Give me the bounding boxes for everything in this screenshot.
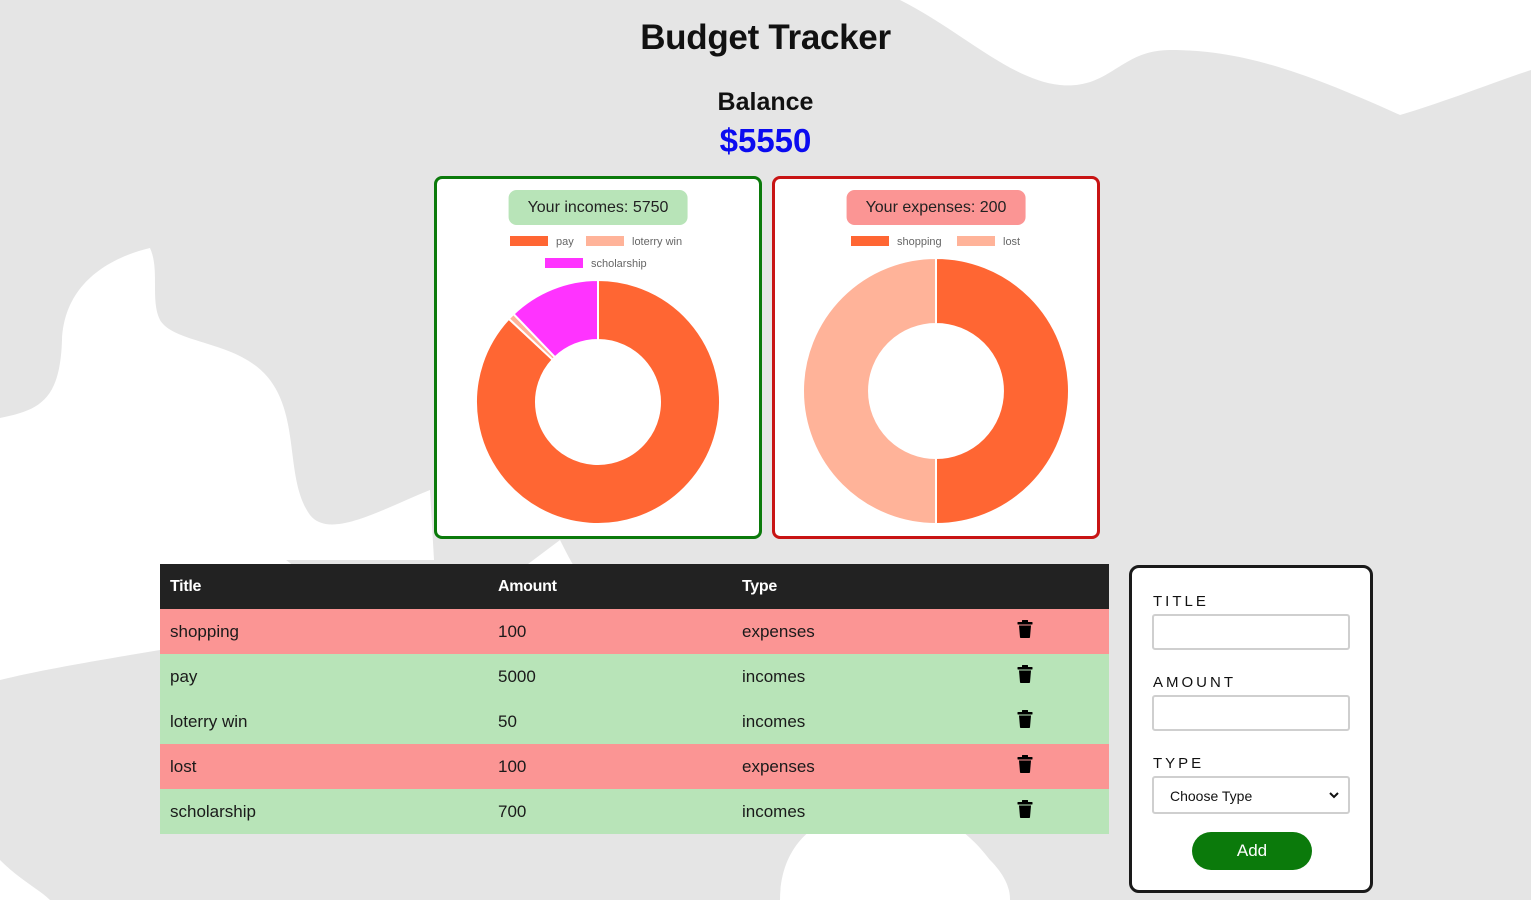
type-select-value: Choose Type bbox=[1170, 788, 1253, 804]
row-amount: 5000 bbox=[498, 666, 536, 686]
table-row: shopping 100 expenses bbox=[160, 609, 1109, 654]
incomes-chart-card: Your incomes: 5750 pay loterry win scholar… bbox=[434, 176, 762, 539]
table-row: scholarship 700 incomes bbox=[160, 789, 1109, 834]
row-amount: 100 bbox=[498, 621, 527, 641]
table-row: pay 5000 incomes bbox=[160, 654, 1109, 699]
row-type: incomes bbox=[742, 711, 806, 731]
column-header-amount: Amount bbox=[498, 577, 557, 595]
legend-item[interactable]: scholarship bbox=[545, 258, 647, 270]
doughnut-slice-shopping[interactable] bbox=[935, 256, 1070, 526]
row-amount: 100 bbox=[498, 756, 527, 776]
add-button[interactable]: Add bbox=[1192, 832, 1312, 870]
balance-label: Balance bbox=[717, 88, 814, 116]
table-header-row: Title Amount Type bbox=[160, 564, 1109, 609]
row-type: expenses bbox=[742, 621, 815, 641]
row-title: loterry win bbox=[170, 711, 248, 731]
trash-icon[interactable] bbox=[1017, 710, 1033, 728]
table-row: loterry win 50 incomes bbox=[160, 699, 1109, 744]
amount-input[interactable] bbox=[1152, 695, 1350, 731]
expenses-doughnut-chart[interactable]: shopping lost bbox=[775, 179, 1097, 536]
legend-label: lost bbox=[1003, 236, 1020, 248]
row-title: pay bbox=[170, 666, 198, 686]
row-title: scholarship bbox=[170, 801, 256, 821]
legend-item[interactable]: pay bbox=[510, 236, 574, 248]
title-label: TITLE bbox=[1153, 593, 1209, 610]
legend-label: pay bbox=[556, 236, 574, 248]
trash-icon[interactable] bbox=[1017, 620, 1033, 638]
column-header-title: Title bbox=[170, 577, 202, 595]
legend-swatch bbox=[545, 258, 583, 268]
table-row: lost 100 expenses bbox=[160, 744, 1109, 789]
amount-label: AMOUNT bbox=[1153, 674, 1236, 691]
row-amount: 50 bbox=[498, 711, 517, 731]
legend-item[interactable]: loterry win bbox=[586, 236, 682, 248]
title-input[interactable] bbox=[1152, 614, 1350, 650]
incomes-doughnut-chart[interactable]: pay loterry win scholarship bbox=[437, 179, 759, 536]
legend-item[interactable]: lost bbox=[957, 236, 1020, 248]
doughnut-slice-lost[interactable] bbox=[802, 256, 937, 526]
expenses-chart-card: Your expenses: 200 shopping lost bbox=[772, 176, 1100, 539]
legend-swatch bbox=[957, 236, 995, 246]
balance-value: $5550 bbox=[719, 122, 812, 159]
add-transaction-form: TITLE AMOUNT TYPE Choose Type Add bbox=[1129, 565, 1373, 893]
row-type: expenses bbox=[742, 756, 815, 776]
legend-label: shopping bbox=[897, 236, 942, 248]
legend-swatch bbox=[510, 236, 548, 246]
row-amount: 700 bbox=[498, 801, 527, 821]
row-title: lost bbox=[170, 756, 197, 776]
transactions-table: Title Amount Type shopping 100 expenses … bbox=[160, 564, 1109, 834]
legend-swatch bbox=[586, 236, 624, 246]
column-header-type: Type bbox=[742, 577, 777, 595]
trash-icon[interactable] bbox=[1017, 800, 1033, 818]
legend-label: loterry win bbox=[632, 236, 682, 248]
chevron-down-icon bbox=[1329, 792, 1339, 799]
row-type: incomes bbox=[742, 801, 806, 821]
legend-item[interactable]: shopping bbox=[851, 236, 942, 248]
legend-label: scholarship bbox=[591, 258, 647, 270]
type-label: TYPE bbox=[1153, 755, 1205, 772]
trash-icon[interactable] bbox=[1017, 755, 1033, 773]
legend-swatch bbox=[851, 236, 889, 246]
row-type: incomes bbox=[742, 666, 806, 686]
column-header-actions bbox=[1007, 564, 1109, 609]
app-title: Budget Tracker bbox=[640, 18, 891, 57]
trash-icon[interactable] bbox=[1017, 665, 1033, 683]
type-select[interactable]: Choose Type bbox=[1152, 776, 1350, 814]
row-title: shopping bbox=[170, 621, 240, 641]
